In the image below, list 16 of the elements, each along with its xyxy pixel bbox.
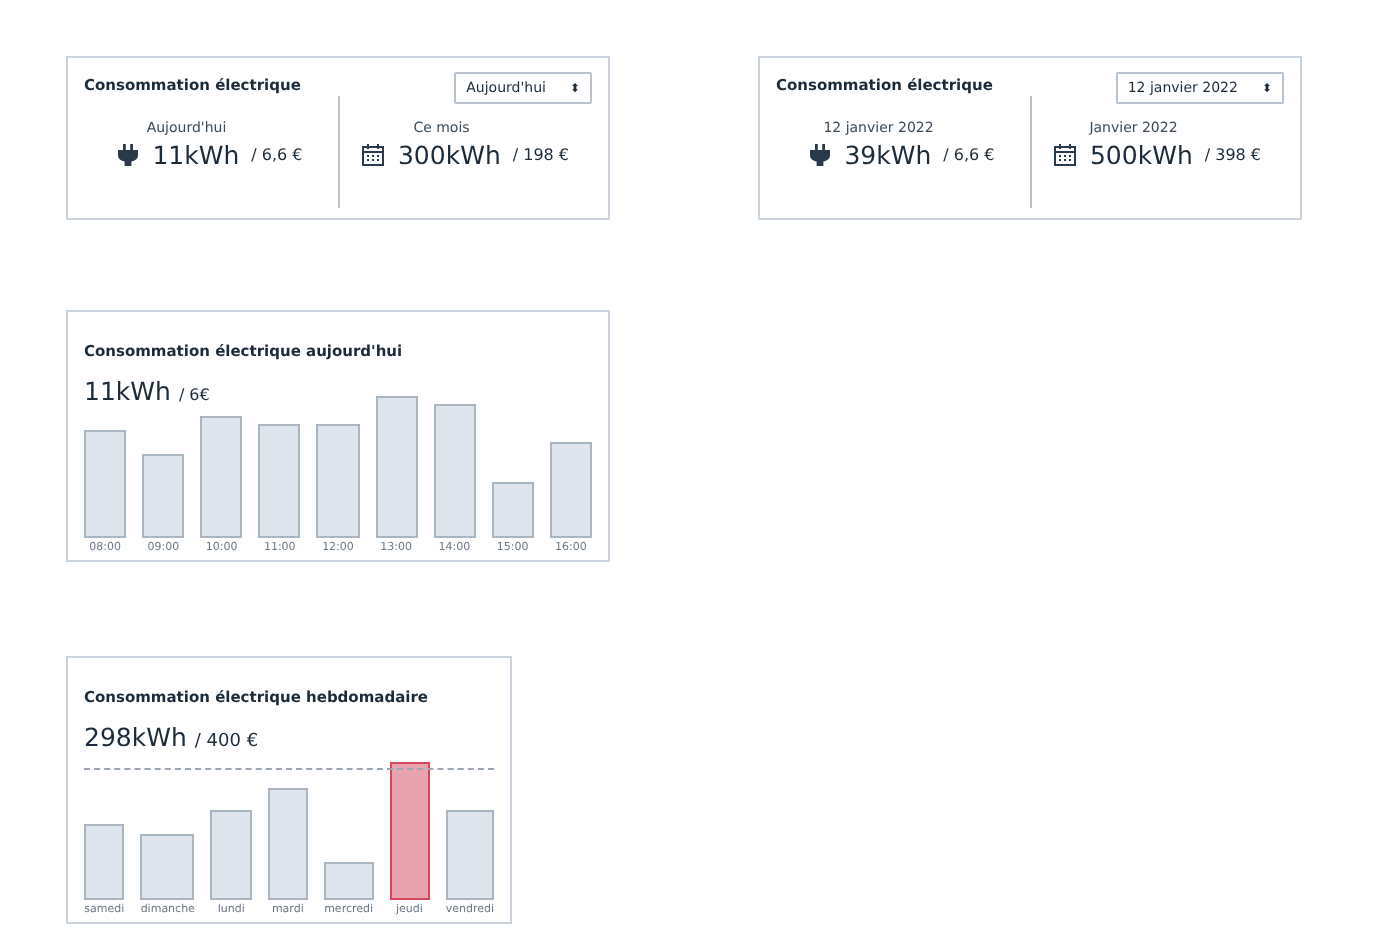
cost-value: / 398 €	[1204, 146, 1262, 164]
energy-value: 39kWh	[844, 140, 932, 170]
cost-value: / 6€	[178, 386, 210, 404]
plug-icon	[118, 144, 139, 166]
cost-value: / 6,6 €	[943, 146, 995, 164]
energy-value: 11kWh	[152, 140, 240, 170]
energy-value: 500kWh	[1089, 140, 1193, 170]
cost-value: / 400 €	[194, 732, 259, 752]
energy-value: 298kWh	[84, 722, 187, 752]
energy-value: 300kWh	[397, 140, 501, 170]
cost-value: / 198 €	[512, 146, 570, 164]
plug-icon	[810, 144, 831, 166]
calendar-icon	[1053, 144, 1076, 166]
cost-value: / 6,6 €	[251, 146, 303, 164]
calendar-icon	[361, 144, 384, 166]
energy-value: 11kWh	[84, 376, 171, 406]
